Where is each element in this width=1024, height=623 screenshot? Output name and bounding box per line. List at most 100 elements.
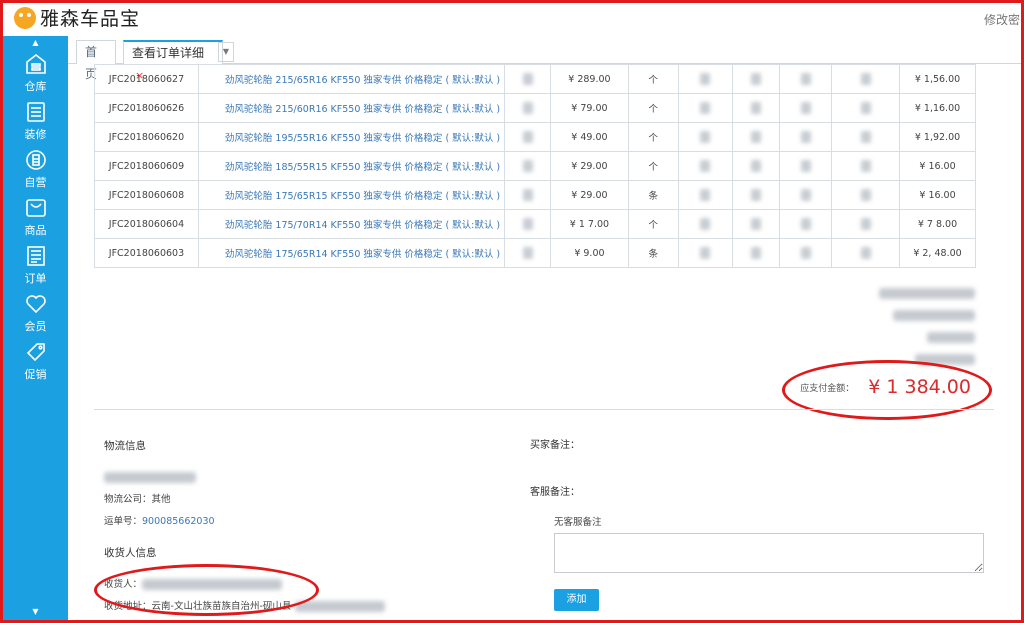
sidebar-item-label: 仓库 [24,80,47,93]
product-link[interactable]: 劲风驼轮胎 175/65R15 KF550 独家专供 价格稳定 ( 默认:默认 … [197,180,506,210]
sidebar-item-orders[interactable]: 订单 [3,242,68,290]
tab-order-detail-label: 查看订单详细 [132,46,205,60]
table-row: JFC2018060603 劲风驼轮胎 175/65R14 KF550 独家专供 … [94,238,976,268]
sidebar-item-goods[interactable]: 商品 [3,194,68,242]
self-op-icon [25,150,46,170]
product-link[interactable]: 劲风驼轮胎 215/60R16 KF550 独家专供 价格稳定 ( 默认:默认 … [197,93,506,123]
product-link[interactable]: 劲风驼轮胎 175/70R14 KF550 独家专供 价格稳定 ( 默认:默认 … [197,209,506,239]
redacted-cell [779,180,833,210]
logistics-redacted-line [104,467,385,489]
tag-icon [26,343,45,362]
logo: 雅森车品宝 [14,4,140,31]
receiver-title: 收货人信息 [104,547,157,559]
order-summary [715,282,975,370]
unit-cell: 个 [627,209,679,239]
buyer-note-label: 买家备注： [530,440,580,451]
redacted-cell [731,238,781,268]
price-cell: ¥ 49.00 [549,122,629,152]
unit-cell: 个 [627,122,679,152]
sidebar-item-label: 会员 [24,320,47,333]
unit-cell: 个 [627,151,679,181]
redacted-cell [731,209,781,239]
cs-note-textarea[interactable] [554,533,984,573]
logistics-company: 其他 [151,494,171,505]
summary-row [715,304,975,326]
order-items-table: JFC2018060627 劲风驼轮胎 215/65R16 KF550 独家专供 … [94,64,976,268]
scroll-down-icon[interactable]: ▼ [3,607,68,616]
total-cell: ¥ 1,92.00 [899,122,976,152]
warehouse-icon [25,53,46,74]
decor-icon [26,102,45,122]
table-row: JFC2018060608 劲风驼轮胎 175/65R15 KF550 独家专供 … [94,180,976,210]
logistics-company-label: 物流公司： [104,494,152,505]
sidebar: ▲ 仓库 装修 自营 商品 订单 会员 促销 ▼ [3,36,68,620]
redacted-cell [779,151,833,181]
sku-cell: JFC2018060608 [94,180,199,210]
table-row: JFC2018060620 劲风驼轮胎 195/55R16 KF550 独家专供 … [94,122,976,152]
unit-cell: 条 [627,180,679,210]
tab-dropdown-icon[interactable]: ▼ [218,42,234,62]
sidebar-item-members[interactable]: 会员 [3,290,68,338]
change-password-link[interactable]: 修改密 [984,11,1020,28]
redacted-cell [731,180,781,210]
logistics-company-line: 物流公司：其他 [104,489,385,511]
total-cell: ¥ 16.00 [899,180,976,210]
cs-note-empty: 无客服备注 [554,517,602,528]
sidebar-item-warehouse[interactable]: 仓库 [3,50,68,98]
table-row: JFC2018060627 劲风驼轮胎 215/65R16 KF550 独家专供 … [94,64,976,94]
redacted-cell [831,151,901,181]
redacted-cell [677,209,733,239]
product-link[interactable]: 劲风驼轮胎 195/55R16 KF550 独家专供 价格稳定 ( 默认:默认 … [197,122,506,152]
tab-home[interactable]: 首页 [76,40,116,81]
tracking-number-link[interactable]: 900085662030 [142,516,215,527]
total-cell: ¥ 7 8.00 [899,209,976,239]
goods-icon [25,199,46,217]
total-cell: ¥ 16.00 [899,151,976,181]
sidebar-item-decor[interactable]: 装修 [3,98,68,146]
sku-cell: JFC2018060620 [94,122,199,152]
sku-cell: JFC2018060604 [94,209,199,239]
redacted-cell [504,64,551,94]
redacted-cell [831,209,901,239]
price-cell: ¥ 29.00 [549,151,629,181]
add-note-button[interactable]: 添加 [554,589,599,611]
product-link[interactable]: 劲风驼轮胎 175/65R14 KF550 独家专供 价格稳定 ( 默认:默认 … [197,238,506,268]
price-cell: ¥ 1 7.00 [549,209,629,239]
unit-cell: 个 [627,64,679,94]
redacted-cell [677,64,733,94]
redacted-cell [831,64,901,94]
summary-row [715,282,975,304]
scroll-up-icon[interactable]: ▲ [3,36,68,50]
redacted-cell [731,93,781,123]
total-cell: ¥ 1,56.00 [899,64,976,94]
redacted-cell [779,238,833,268]
redacted-cell [677,93,733,123]
notes-section: 买家备注： 客服备注： [530,436,580,498]
redacted-cell [731,64,781,94]
redacted-cell [677,151,733,181]
price-cell: ¥ 9.00 [549,238,629,268]
logo-icon [14,6,36,29]
redacted-cell [831,93,901,123]
price-cell: ¥ 289.00 [549,64,629,94]
redacted-cell [779,64,833,94]
table-row: JFC2018060609 劲风驼轮胎 185/55R15 KF550 独家专供 … [94,151,976,181]
sku-cell: JFC2018060626 [94,93,199,123]
sku-cell: JFC2018060627 [94,64,199,94]
sidebar-item-label: 自营 [24,176,47,189]
tab-order-detail[interactable]: 查看订单详细× [123,40,223,82]
sidebar-item-self-operated[interactable]: 自营 [3,146,68,194]
redacted-cell [504,151,551,181]
redacted-cell [504,209,551,239]
sidebar-item-label: 装修 [24,128,47,141]
sidebar-item-promotions[interactable]: 促销 [3,338,68,386]
product-link[interactable]: 劲风驼轮胎 215/65R16 KF550 独家专供 价格稳定 ( 默认:默认 … [197,64,506,94]
unit-cell: 条 [627,238,679,268]
product-link[interactable]: 劲风驼轮胎 185/55R15 KF550 独家专供 价格稳定 ( 默认:默认 … [197,151,506,181]
unit-cell: 个 [627,93,679,123]
redacted-cell [677,180,733,210]
redacted-cell [731,151,781,181]
logistics-title: 物流信息 [104,440,146,452]
total-cell: ¥ 2, 48.00 [899,238,976,268]
app-title: 雅森车品宝 [40,8,141,30]
